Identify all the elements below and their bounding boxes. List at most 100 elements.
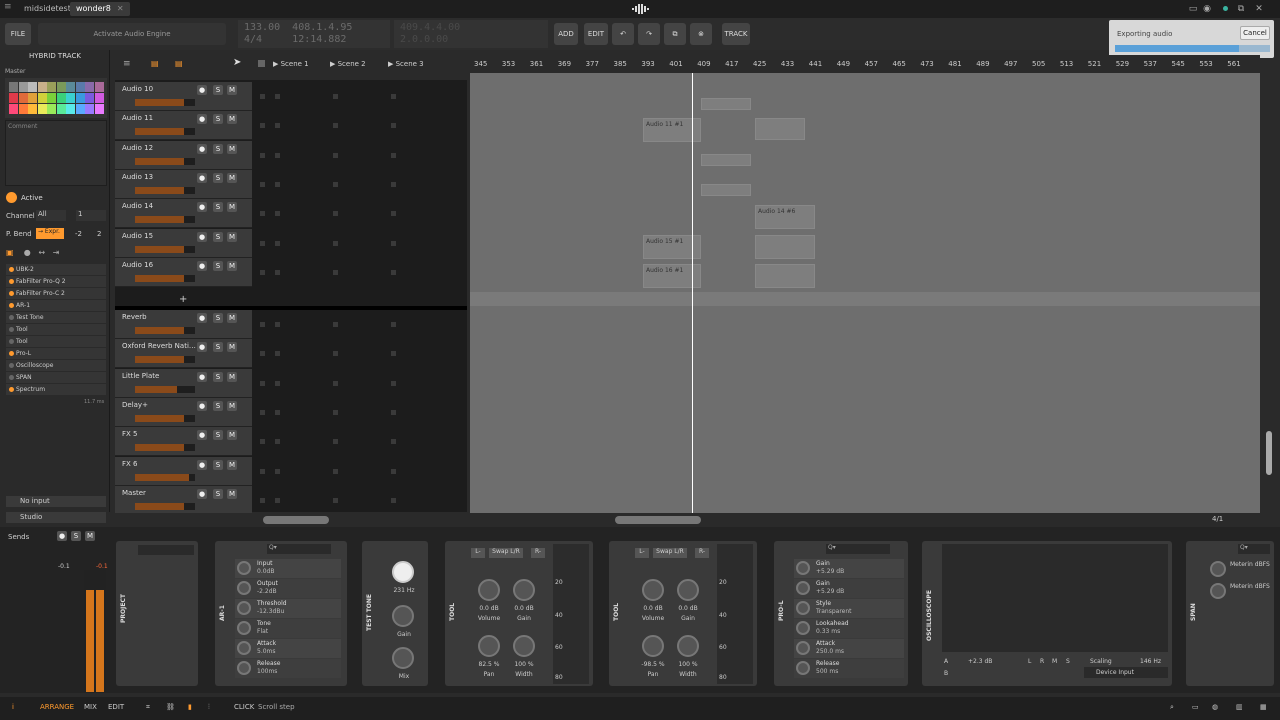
add-button[interactable]: ADD [554,23,578,45]
close-window-icon[interactable]: ✕ [1252,2,1266,16]
clip-slot[interactable] [275,409,280,415]
color-swatch[interactable] [18,104,28,114]
volume-fader[interactable] [135,385,195,393]
clip-slot[interactable] [275,211,280,217]
solo-button[interactable]: S [213,172,223,183]
record-arm-icon[interactable]: ● [197,313,207,323]
solo-button[interactable]: S [213,260,223,271]
solo-button[interactable]: S [213,400,223,411]
track-name[interactable]: Audio 16 [122,261,153,269]
clip-slot[interactable] [391,468,396,474]
solo-button[interactable]: S [213,313,223,323]
fx-track-header[interactable]: Delay+ ● S M [115,397,252,427]
mute-button[interactable]: M [227,400,237,411]
solo-button[interactable]: S [213,488,223,499]
mixer-view-icon[interactable]: ▥ [1236,703,1243,711]
param-knob[interactable] [796,641,810,655]
volume-fader[interactable] [135,414,195,422]
color-swatch[interactable] [9,104,18,114]
clip-slot[interactable] [333,269,338,275]
clip-slot[interactable] [391,409,396,415]
solo-button[interactable]: S [213,114,223,125]
record-arm-icon[interactable]: ● [197,260,207,271]
clip-slot[interactable] [260,211,265,217]
clip-slot[interactable] [391,94,396,99]
toggle-icon[interactable]: ▭ [1186,2,1200,16]
clip-slot[interactable] [275,269,280,275]
clip[interactable] [755,264,815,288]
device-state-icon[interactable] [9,327,14,332]
volume-fader[interactable] [135,128,195,136]
volume-fader[interactable] [135,157,195,165]
clip-slot[interactable] [333,240,338,246]
color-swatch[interactable] [37,104,47,114]
fx-track-header[interactable]: Reverb ● S M [115,310,252,339]
solo-button[interactable]: S [213,430,223,441]
clip-slot[interactable] [260,380,265,386]
device-chain-item[interactable]: SPAN [6,372,106,383]
scene-2[interactable]: ▶ Scene 2 [330,60,366,68]
param-knob[interactable] [237,601,251,615]
scope-r[interactable]: R [1040,658,1044,665]
clip-slot[interactable] [333,152,338,158]
solo-button[interactable]: S [213,371,223,382]
clip-slot[interactable] [391,322,396,327]
audio-track-header[interactable]: Audio 10 ● S M [115,82,252,111]
mute-button[interactable]: M [227,260,237,271]
clip-slot[interactable] [275,152,280,158]
clip-slot[interactable] [260,123,265,129]
meterin-knob[interactable] [1210,583,1226,599]
arranger-view[interactable]: Audio 11 #1 Audio 14 #6 Audio 15 #1 Audi… [470,73,1274,513]
clip-slot[interactable] [275,322,280,327]
scope-a[interactable]: A [944,658,948,665]
color-swatch[interactable] [9,82,18,92]
scene-3[interactable]: ▶ Scene 3 [388,60,424,68]
volume-fader[interactable] [135,356,195,364]
left-invert-button[interactable]: L- [471,548,485,558]
channel-select[interactable]: All [36,210,66,221]
track-name[interactable]: Oxford Reverb Nati… [122,342,196,350]
audio-track-header[interactable]: Audio 16 ● S M [115,257,252,287]
clip-slot[interactable] [260,409,265,415]
clip-slot[interactable] [260,468,265,474]
mix-tab[interactable]: MIX [84,703,97,711]
record-arm-icon[interactable]: ● [197,143,207,154]
pan-knob[interactable] [642,635,664,657]
arranger-scrollbar-thumb[interactable] [1266,431,1272,475]
clip-slot[interactable] [260,497,265,503]
clip-tab-icon[interactable]: ● [24,248,31,257]
device-input-select[interactable]: Device Input [1084,667,1168,678]
record-arm-icon[interactable]: ● [197,430,207,441]
left-invert-button[interactable]: L- [635,548,649,558]
routing-tab-icon[interactable]: ↔ [38,248,45,257]
width-knob[interactable] [513,635,535,657]
fx-track-header[interactable]: Little Plate ● S M [115,368,252,398]
fx-track-header[interactable]: FX 6 ● S M [115,456,252,486]
param-row[interactable]: Gain +5.29 dB [794,559,904,578]
audio-track-header[interactable]: Audio 13 ● S M [115,169,252,199]
clip[interactable] [701,98,751,110]
param-knob[interactable] [237,561,251,575]
color-swatch[interactable] [75,104,85,114]
arranger-view-icon[interactable]: ▤ [151,59,159,68]
clip-slot[interactable] [391,380,396,386]
stop-all-icon[interactable] [258,60,265,67]
clip-slot[interactable] [260,351,265,357]
volume-fader[interactable] [135,245,195,253]
color-swatch[interactable] [28,82,37,92]
clip-slot[interactable] [391,351,396,357]
color-swatch[interactable] [47,82,56,92]
clip-slot[interactable] [391,123,396,129]
param-knob[interactable] [796,661,810,675]
record-arm-icon[interactable]: ● [197,342,207,353]
solo-button[interactable]: S [213,85,223,95]
solo-button[interactable]: S [213,342,223,353]
scope-gain[interactable]: +2.3 dB [968,658,992,665]
record-arm-icon[interactable]: ● [197,371,207,382]
position-value[interactable]: 408.1.4.95 [292,22,352,33]
scope-l[interactable]: L [1028,658,1031,665]
devices-tab-icon[interactable]: ▣ [6,248,14,257]
clip-slot[interactable] [275,240,280,246]
mute-button[interactable]: M [227,430,237,441]
color-swatch[interactable] [94,93,104,103]
